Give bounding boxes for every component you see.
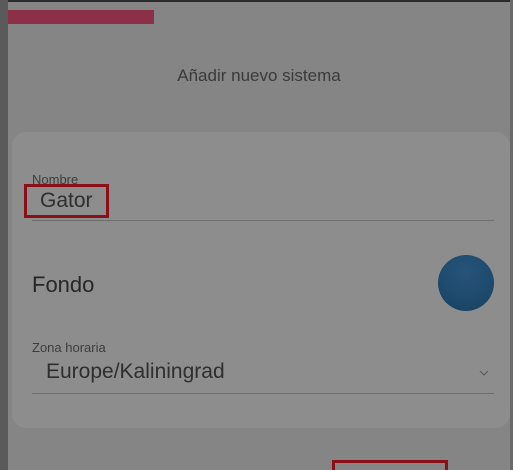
progress-bar [8, 2, 513, 24]
progress-bar-fill [8, 10, 154, 24]
timezone-underline [32, 393, 494, 394]
screen: Añadir nuevo sistema Nombre Gator Fondo … [0, 0, 513, 470]
timezone-value: Europe/Kaliningrad [46, 360, 225, 383]
timezone-label: Zona horaria [32, 340, 106, 355]
bottom-action-highlight[interactable] [332, 460, 448, 470]
background-row: Fondo [12, 250, 510, 320]
form-card: Nombre Gator Fondo Zona horaria Europe/K… [12, 132, 510, 428]
background-color-swatch[interactable] [438, 255, 494, 311]
chevron-down-icon[interactable] [479, 368, 489, 378]
name-field[interactable]: Nombre Gator [12, 132, 510, 224]
left-border [0, 0, 8, 470]
background-label: Fondo [32, 272, 95, 297]
name-field-highlight [24, 184, 109, 218]
name-field-underline [32, 220, 494, 221]
dialog-title: Añadir nuevo sistema [177, 66, 341, 85]
timezone-select[interactable]: Zona horaria Europe/Kaliningrad [12, 332, 510, 402]
